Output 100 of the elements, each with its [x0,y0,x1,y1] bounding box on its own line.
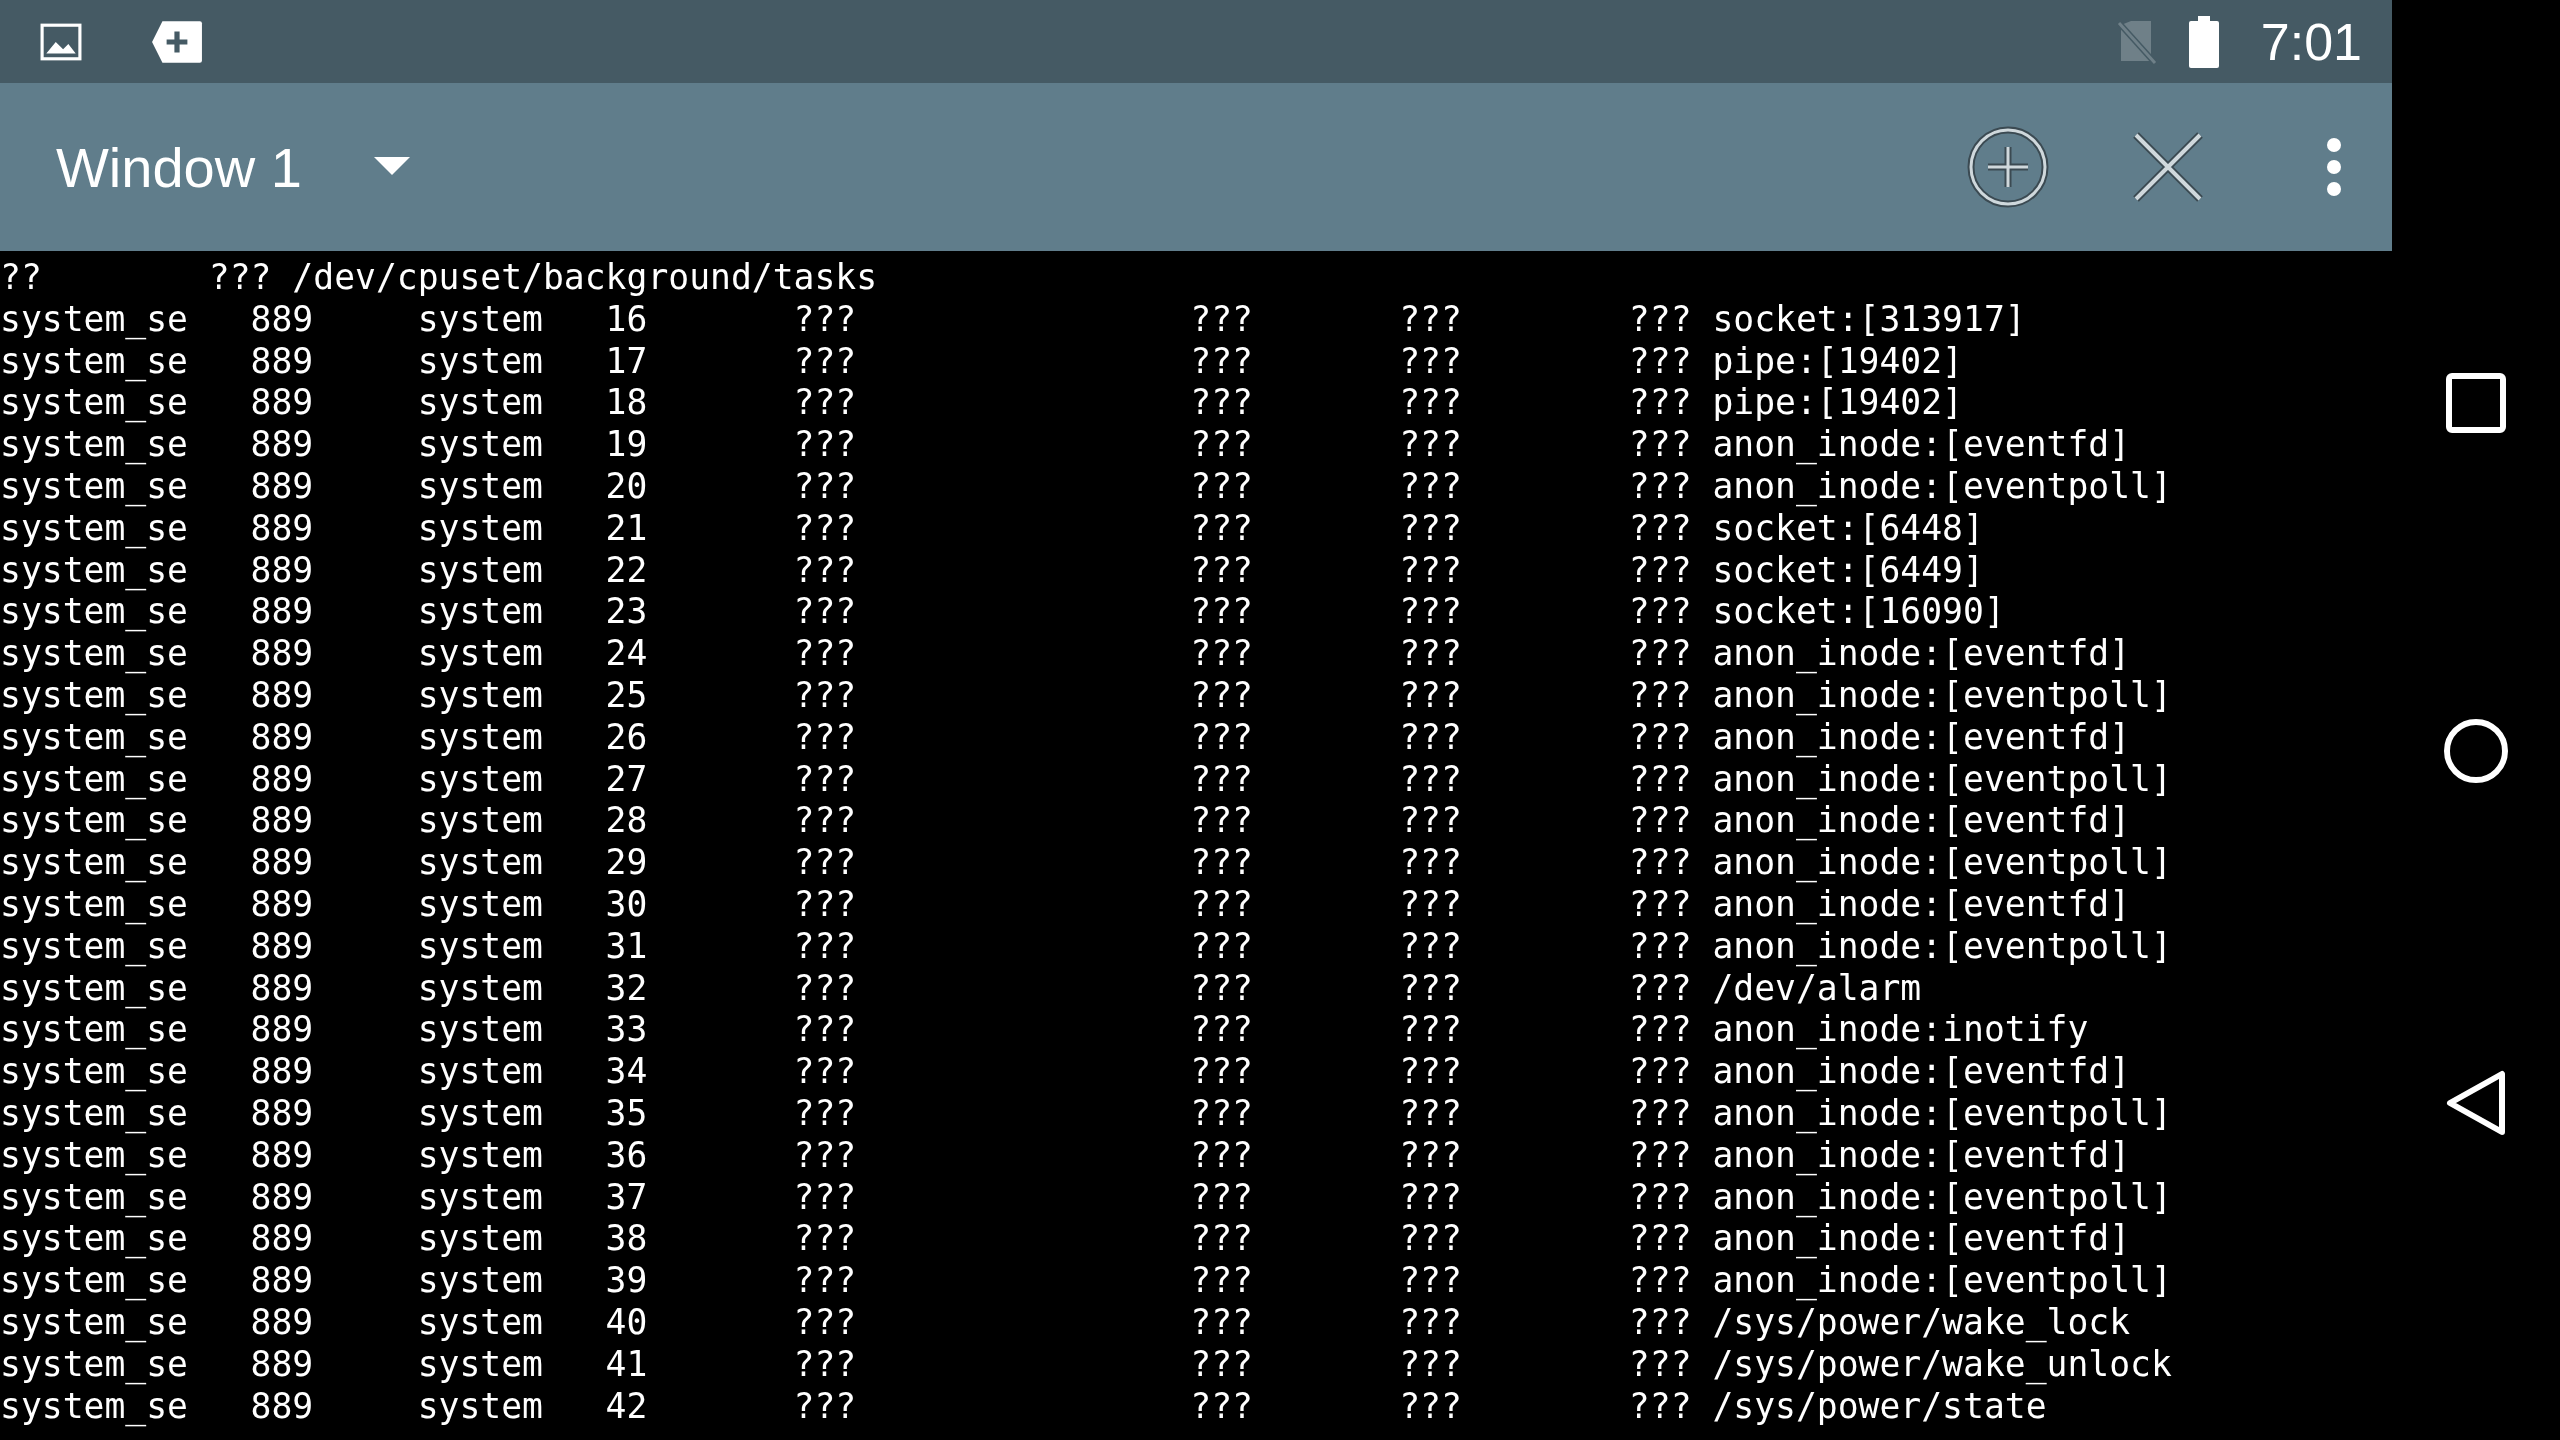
terminal-cell: ??? [793,1092,857,1135]
terminal-cell: system [417,549,543,592]
terminal-cell: 889 [250,298,314,341]
terminal-cell: 889 [250,1092,314,1135]
terminal-cell: system_se [0,507,188,550]
terminal-cell: ??? [793,674,857,717]
terminal-cell: ??? [1628,633,1692,675]
terminal-cell: 889 [250,758,314,801]
terminal-cell: 889 [250,883,314,926]
terminal-cell: 41 [605,1343,648,1386]
no-sim-icon [2116,18,2157,65]
terminal-cell: ??? [793,340,857,383]
terminal-cell: 889 [250,1385,314,1428]
terminal-cell: ??? [1399,1301,1462,1344]
terminal-cell: ??? [1399,1260,1462,1302]
terminal-cell: ??? [1190,591,1253,634]
terminal-cell: ??? [1399,1218,1462,1261]
terminal-cell: 889 [250,1134,314,1177]
terminal-cell: anon_inode:[eventpoll] [1712,466,2172,508]
terminal-cell: ??? [1628,883,1692,926]
terminal-cell: /sys/power/wake_lock [1712,1301,2131,1344]
terminal-cell: system_se [0,716,188,759]
terminal-cell: ??? [1399,466,1462,508]
terminal-cell: system [417,633,543,675]
terminal-cell: ??? [1190,674,1253,717]
terminal-cell: anon_inode:[eventfd] [1712,633,2131,675]
terminal-cell: ??? [1628,1134,1692,1177]
terminal-cell: ??? [1190,298,1253,341]
window-dropdown[interactable]: Window 1 [56,124,410,210]
terminal-cell: system [417,674,543,717]
terminal-cell: ??? [1399,925,1462,968]
terminal-cell: 889 [250,1009,314,1052]
terminal-cell: system [417,800,543,843]
terminal-cell: ??? [1190,716,1253,759]
terminal-cell: ??? [1628,298,1692,341]
terminal-cell: ??? [1399,549,1462,592]
terminal-cell: system [417,967,543,1010]
terminal-cell: ??? [1628,842,1692,884]
terminal-cell: ??? [1190,1301,1253,1344]
terminal-cell: ??? [793,758,857,801]
terminal-cell: ??? [793,298,857,341]
terminal-cell: system [417,591,543,634]
terminal-cell: 889 [250,1343,314,1386]
terminal-cell: ??? [1628,507,1692,550]
terminal-cell: 889 [250,340,314,383]
recents-button[interactable] [2446,372,2506,433]
terminal-cell: 20 [605,466,648,508]
terminal-cell: anon_inode:[eventpoll] [1712,842,2172,884]
terminal-cell: 35 [605,1092,648,1135]
terminal-cell: 34 [605,1051,648,1093]
terminal-cell: system [417,1092,543,1135]
terminal-cell: 26 [605,716,648,759]
terminal-cell: /dev/alarm [1712,967,1922,1010]
terminal-cell: system_se [0,382,188,425]
terminal-cell: socket:[16090] [1712,591,2005,634]
terminal-cell: pipe:[19402] [1712,382,1963,425]
terminal-cell: system [417,507,543,550]
terminal-cell: 36 [605,1134,648,1177]
terminal-cell: 37 [605,1176,648,1219]
terminal-cell: ??? [1190,1176,1253,1219]
terminal-cell: ??? [1628,1092,1692,1135]
terminal-cell: ??? [1628,1385,1692,1428]
terminal-cell: 31 [605,925,648,968]
terminal-cell: ??? [1628,1176,1692,1219]
terminal-cell: ??? [1628,674,1692,717]
terminal-cell: system_se [0,1343,188,1386]
terminal-cell: ??? [1190,1051,1253,1093]
terminal-cell: system_se [0,967,188,1010]
terminal-cell: system [417,842,543,884]
terminal-cell: anon_inode:[eventfd] [1712,424,2131,466]
terminal-cell: 889 [250,466,314,508]
terminal-cell: system_se [0,1260,188,1302]
terminal-cell: ??? [1628,1051,1692,1093]
terminal-cell: ??? [1190,1385,1253,1428]
terminal-cell: system [417,1301,543,1344]
terminal-cell: ??? [793,1385,857,1428]
battery-icon [2188,15,2219,68]
terminal-cell: ??? [1628,466,1692,508]
terminal-cell: system_se [0,1009,188,1052]
terminal-cell: system_se [0,298,188,341]
terminal-cell: ??? [793,842,857,884]
terminal-cell: ??? [1190,1092,1253,1135]
terminal-cell: system_se [0,883,188,926]
terminal-cell: /sys/power/wake_unlock [1712,1343,2172,1386]
terminal-cell: 889 [250,925,314,968]
terminal-cell: 32 [605,967,648,1010]
terminal-cell: ??? [1628,382,1692,425]
back-button[interactable] [2445,1069,2507,1138]
terminal-cell: system_se [0,340,188,383]
terminal-cell: socket:[6449] [1712,549,1984,592]
terminal-cell: system [417,466,543,508]
terminal-cell: ??? [1399,1176,1462,1219]
terminal-cell: anon_inode:[eventpoll] [1712,1176,2172,1219]
terminal-cell: 889 [250,633,314,675]
terminal-cell: system_se [0,842,188,884]
terminal-text: ?? [0,257,43,299]
terminal-cell: ??? [1628,1301,1692,1344]
home-button[interactable] [2443,718,2509,784]
terminal-cell: ??? [1399,967,1462,1010]
terminal-cell: system_se [0,424,188,466]
